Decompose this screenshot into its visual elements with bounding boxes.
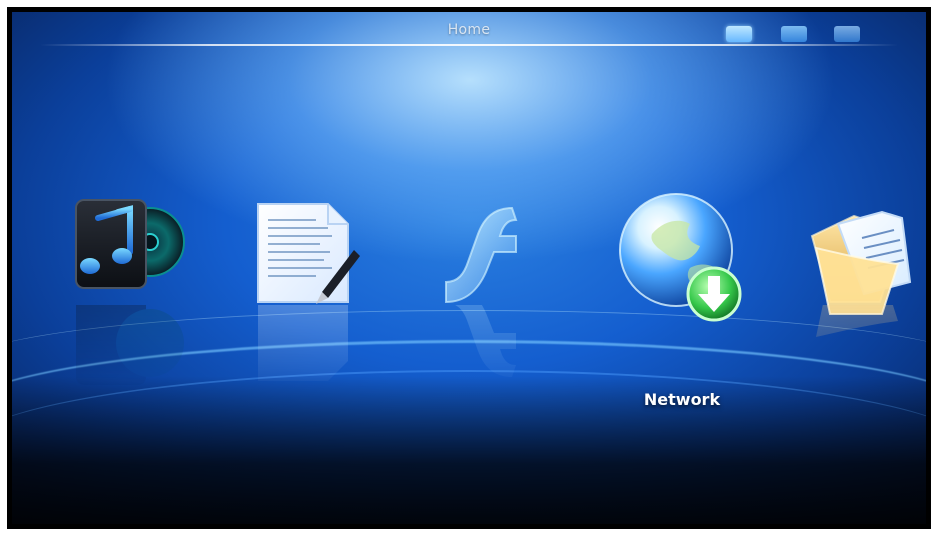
usb-icon[interactable] [781,26,807,42]
page-title: Home [447,22,491,38]
document-icon [257,203,360,304]
network-globe-icon [619,193,742,322]
home-screen: Home Network [0,0,938,536]
flash-icon [445,206,518,304]
icon-reflection [236,283,376,395]
menu-item-network[interactable]: Network [612,190,752,420]
menu-item-label: Network [643,390,721,409]
divider [40,44,898,46]
icon-reflection [58,297,198,395]
menu-item-document[interactable] [236,190,376,420]
icon-reflection [412,283,552,395]
folder-icon[interactable] [726,26,752,42]
music-icon [75,199,185,289]
menu-item-music[interactable] [58,190,198,420]
menu-item-flash[interactable] [412,190,552,420]
top-bar: Home [40,16,898,48]
icon-reflection [790,275,930,395]
menu-item-folder[interactable] [790,190,930,420]
sd-card-icon[interactable] [834,26,860,42]
